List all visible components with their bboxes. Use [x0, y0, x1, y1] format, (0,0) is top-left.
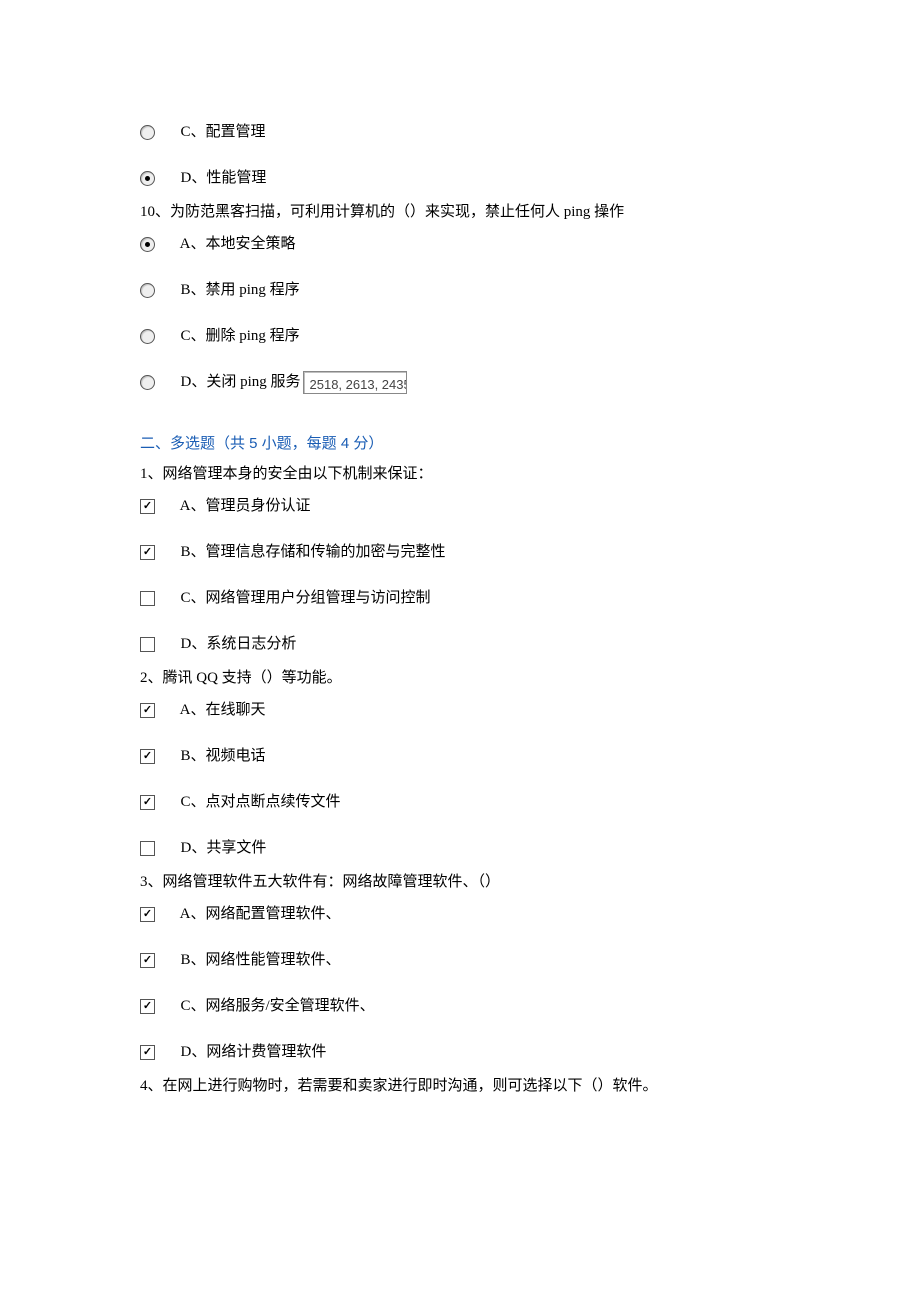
- q10-option-b: B、禁用 ping 程序: [140, 278, 780, 302]
- question-10-text: 10、为防范黑客扫描，可利用计算机的（）来实现，禁止任何人 ping 操作: [140, 200, 780, 224]
- mc3-option-c: C、网络服务/安全管理软件、: [140, 994, 780, 1018]
- mc2-option-c: C、点对点断点续传文件: [140, 790, 780, 814]
- mc2-text: 2、腾讯 QQ 支持（）等功能。: [140, 666, 780, 690]
- mc1-text: 1、网络管理本身的安全由以下机制来保证：: [140, 462, 780, 486]
- checkbox-icon[interactable]: [140, 953, 155, 968]
- mc2-option-b: B、视频电话: [140, 744, 780, 768]
- checkbox-icon[interactable]: [140, 907, 155, 922]
- option-label: C、网络管理用户分组管理与访问控制: [173, 586, 431, 610]
- option-label: C、网络服务/安全管理软件、: [173, 994, 375, 1018]
- option-label: C、点对点断点续传文件: [173, 790, 341, 814]
- checkbox-icon[interactable]: [140, 499, 155, 514]
- option-label: B、视频电话: [173, 744, 266, 768]
- answer-input-box[interactable]: 2518, 2613, 2435: [303, 371, 407, 394]
- radio-icon[interactable]: [140, 237, 155, 252]
- radio-icon[interactable]: [140, 375, 155, 390]
- checkbox-icon[interactable]: [140, 795, 155, 810]
- radio-icon[interactable]: [140, 171, 155, 186]
- mc1-option-b: B、管理信息存储和传输的加密与完整性: [140, 540, 780, 564]
- q10-option-a: A、本地安全策略: [140, 232, 780, 256]
- checkbox-icon[interactable]: [140, 545, 155, 560]
- mc1-option-a: A、管理员身份认证: [140, 494, 780, 518]
- mc3-option-a: A、网络配置管理软件、: [140, 902, 780, 926]
- checkbox-icon[interactable]: [140, 637, 155, 652]
- checkbox-icon[interactable]: [140, 999, 155, 1014]
- option-label: B、管理信息存储和传输的加密与完整性: [173, 540, 446, 564]
- radio-icon[interactable]: [140, 125, 155, 140]
- option-label: D、系统日志分析: [173, 632, 296, 656]
- mc1-option-c: C、网络管理用户分组管理与访问控制: [140, 586, 780, 610]
- option-label: C、删除 ping 程序: [173, 324, 300, 348]
- checkbox-icon[interactable]: [140, 1045, 155, 1060]
- checkbox-icon[interactable]: [140, 703, 155, 718]
- option-label: A、在线聊天: [173, 698, 266, 722]
- mc4-text: 4、在网上进行购物时，若需要和卖家进行即时沟通，则可选择以下（）软件。: [140, 1074, 780, 1098]
- prev-option-d: D、性能管理: [140, 166, 780, 190]
- checkbox-icon[interactable]: [140, 841, 155, 856]
- radio-icon[interactable]: [140, 283, 155, 298]
- mc2-option-d: D、共享文件: [140, 836, 780, 860]
- mc2-option-a: A、在线聊天: [140, 698, 780, 722]
- checkbox-icon[interactable]: [140, 591, 155, 606]
- option-label: D、网络计费管理软件: [173, 1040, 326, 1064]
- option-label: B、禁用 ping 程序: [173, 278, 300, 302]
- option-label: C、配置管理: [173, 120, 266, 144]
- mc3-text: 3、网络管理软件五大软件有：网络故障管理软件、（）: [140, 870, 780, 894]
- mc3-option-d: D、网络计费管理软件: [140, 1040, 780, 1064]
- option-label: D、共享文件: [173, 836, 266, 860]
- q10-option-d: D、关闭 ping 服务 2518, 2613, 2435: [140, 370, 780, 394]
- section-2-title: 二、多选题（共 5 小题，每题 4 分）: [140, 432, 780, 456]
- option-label: D、关闭 ping 服务: [173, 370, 301, 394]
- option-label: A、管理员身份认证: [173, 494, 311, 518]
- checkbox-icon[interactable]: [140, 749, 155, 764]
- prev-option-c: C、配置管理: [140, 120, 780, 144]
- option-label: D、性能管理: [173, 166, 266, 190]
- option-label: A、本地安全策略: [173, 232, 296, 256]
- radio-icon[interactable]: [140, 329, 155, 344]
- mc1-option-d: D、系统日志分析: [140, 632, 780, 656]
- mc3-option-b: B、网络性能管理软件、: [140, 948, 780, 972]
- option-label: A、网络配置管理软件、: [173, 902, 341, 926]
- q10-option-c: C、删除 ping 程序: [140, 324, 780, 348]
- option-label: B、网络性能管理软件、: [173, 948, 341, 972]
